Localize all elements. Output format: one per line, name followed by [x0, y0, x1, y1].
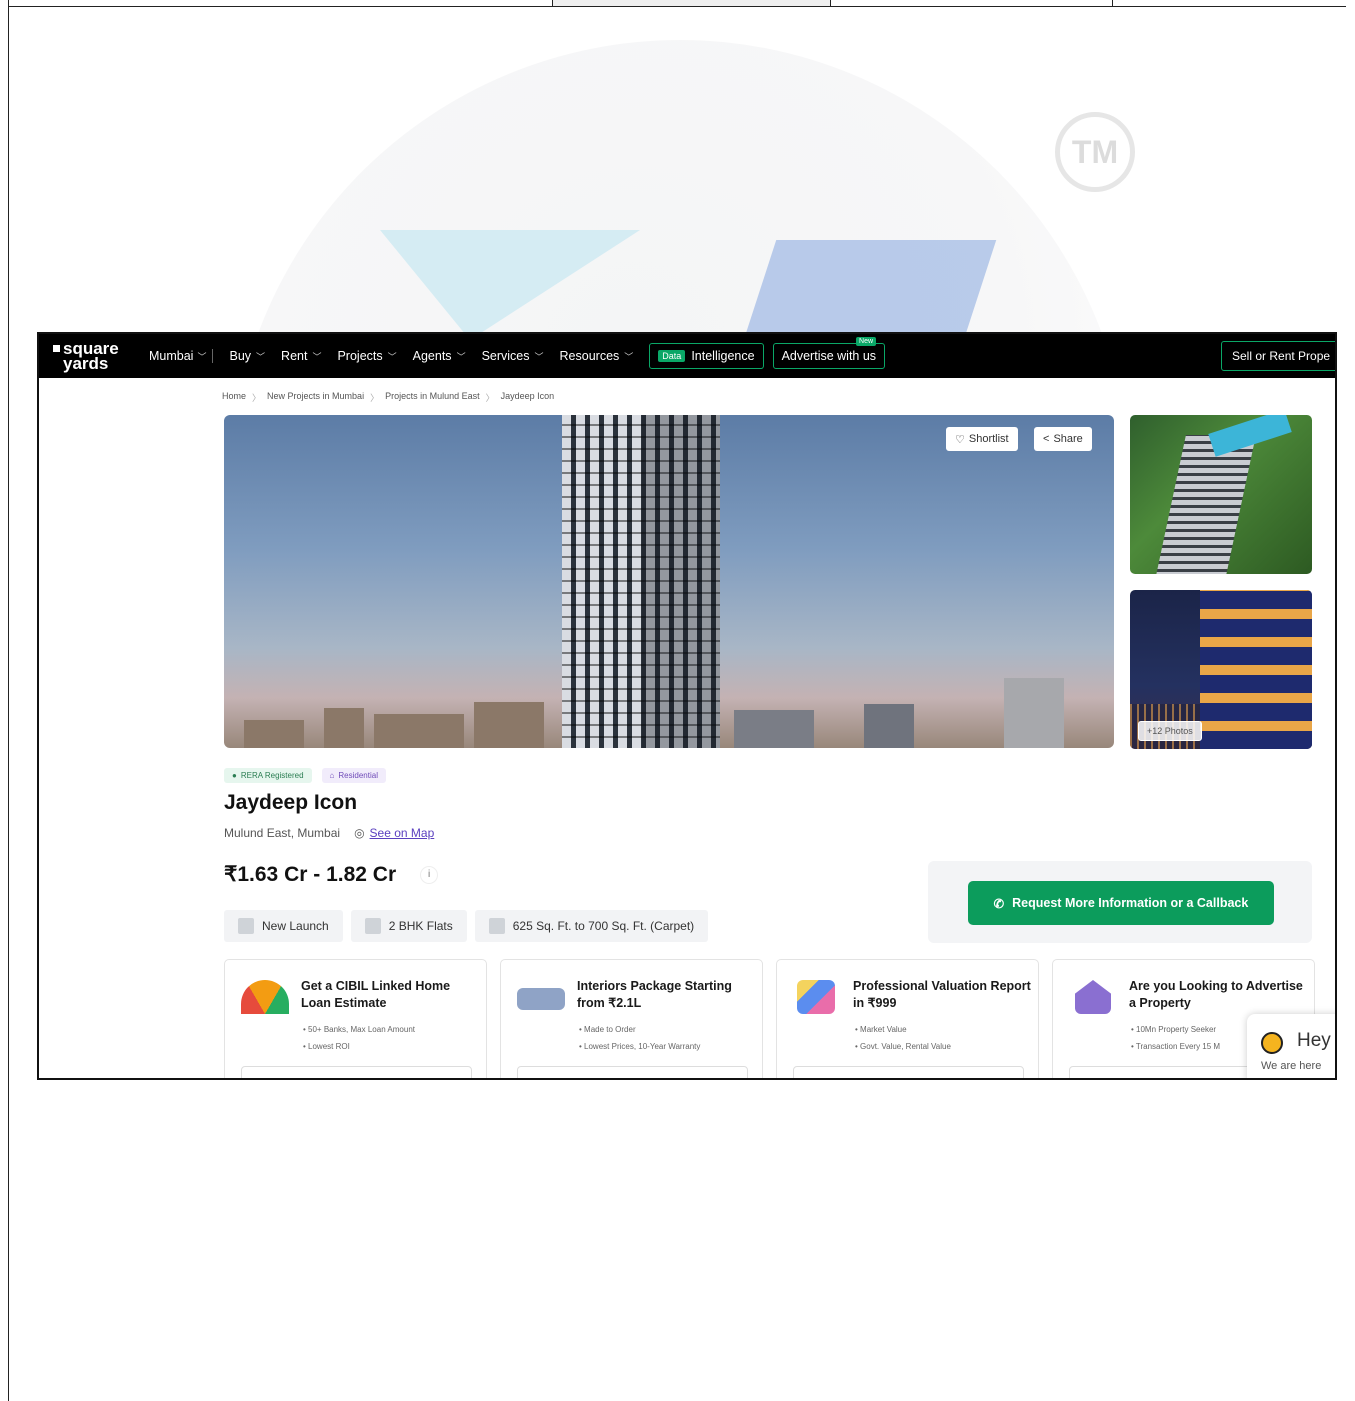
- data-chip: Data: [658, 350, 686, 362]
- gallery-thumbnail[interactable]: [1130, 415, 1312, 574]
- rera-badge: ● RERA Registered: [224, 768, 312, 783]
- chevron-down-icon: ﹀: [534, 351, 544, 362]
- floorplan-icon: [488, 918, 505, 934]
- residential-badge: ⌂ Residential: [321, 768, 386, 783]
- share-icon: <: [1043, 433, 1050, 445]
- chip-area: 625 Sq. Ft. to 700 Sq. Ft. (Carpet): [474, 910, 709, 942]
- card-action-button[interactable]: [517, 1066, 748, 1078]
- home-icon: ⌂: [329, 771, 335, 780]
- chip-bhk: 2 BHK Flats: [350, 910, 467, 942]
- card-home-loan[interactable]: Get a CIBIL Linked Home Loan Estimate • …: [224, 959, 487, 1078]
- building-icon: [238, 918, 254, 934]
- project-title: Jaydeep Icon: [224, 791, 358, 814]
- chat-widget[interactable]: Hey We are here: [1247, 1014, 1335, 1078]
- card-interiors[interactable]: Interiors Package Starting from ₹2.1L • …: [500, 959, 763, 1078]
- heart-icon: ♡: [955, 433, 965, 446]
- breadcrumb: Home 〉 New Projects in Mumbai 〉 Projects i…: [222, 391, 555, 403]
- chevron-down-icon: ﹀: [312, 351, 322, 362]
- chevron-down-icon: ﹀: [624, 351, 634, 362]
- watermark-tm: TM: [1055, 112, 1135, 192]
- report-icon: [797, 980, 835, 1014]
- more-photos-chip[interactable]: +12 Photos: [1138, 721, 1202, 741]
- phone-icon: ✆: [993, 896, 1005, 911]
- website-screenshot: square yards Mumbai ﹀ Buy ﹀ Rent ﹀ Projects…: [37, 332, 1337, 1080]
- see-on-map-link[interactable]: See on Map: [370, 826, 435, 840]
- breadcrumb-item[interactable]: Home: [222, 391, 246, 403]
- service-cards: Get a CIBIL Linked Home Loan Estimate • …: [224, 959, 1315, 1078]
- nav-item-agents[interactable]: Agents ﹀: [413, 349, 466, 363]
- advertise-button[interactable]: Advertise with us New: [772, 337, 886, 369]
- hero-image[interactable]: ♡ Shortlist < Share: [224, 415, 1114, 748]
- location-pin-icon: ◎: [354, 826, 365, 840]
- info-icon[interactable]: i: [420, 865, 439, 884]
- card-valuation[interactable]: Professional Valuation Report in ₹999 • …: [776, 959, 1039, 1078]
- skyline: [224, 678, 1114, 748]
- waving-hand-icon: [1261, 1032, 1283, 1054]
- flat-icon: [364, 918, 381, 934]
- chevron-down-icon: ﹀: [456, 351, 466, 362]
- chevron-down-icon: ﹀: [256, 351, 266, 362]
- price-range: ₹1.63 Cr - 1.82 Cr i: [224, 862, 439, 887]
- nav-item-projects[interactable]: Projects ﹀: [337, 349, 396, 363]
- watermark-shape: [339, 230, 641, 340]
- frame-left-line: [8, 0, 9, 1401]
- project-chips: New Launch 2 BHK Flats 625 Sq. Ft. to 70…: [224, 910, 709, 942]
- gauge-icon: [241, 980, 289, 1014]
- breadcrumb-current: Jaydeep Icon: [500, 391, 555, 401]
- frame-top-line: [8, 6, 1346, 7]
- top-nav: square yards Mumbai ﹀ Buy ﹀ Rent ﹀ Projects…: [39, 334, 1335, 378]
- nav-item-rent[interactable]: Rent ﹀: [281, 349, 321, 363]
- watermark-shape: [743, 240, 997, 340]
- chevron-down-icon: ﹀: [387, 351, 397, 362]
- chip-new-launch: New Launch: [224, 910, 343, 942]
- logo[interactable]: square yards: [39, 340, 131, 372]
- project-content: Home 〉 New Projects in Mumbai 〉 Projects i…: [222, 378, 1322, 1078]
- gallery-thumbnail[interactable]: +12 Photos: [1130, 590, 1312, 749]
- project-location: Mulund East, Mumbai ◎ See on Map: [224, 826, 435, 840]
- city-selector[interactable]: Mumbai ﹀: [149, 349, 214, 363]
- chevron-down-icon: ﹀: [197, 351, 207, 362]
- nav-item-resources[interactable]: Resources ﹀: [560, 349, 634, 363]
- cta-panel: ✆ Request More Information or a Callback: [928, 861, 1312, 943]
- breadcrumb-item[interactable]: Projects in Mulund East: [385, 391, 480, 403]
- project-badges: ● RERA Registered ⌂ Residential: [224, 768, 386, 783]
- card-action-button[interactable]: [241, 1066, 472, 1078]
- breadcrumb-item[interactable]: New Projects in Mumbai: [267, 391, 364, 403]
- request-callback-button[interactable]: ✆ Request More Information or a Callback: [968, 881, 1274, 925]
- shield-icon: ●: [232, 771, 237, 780]
- house-icon: [1075, 980, 1111, 1014]
- nav-item-buy[interactable]: Buy ﹀: [229, 349, 265, 363]
- shortlist-button[interactable]: ♡ Shortlist: [946, 427, 1018, 451]
- card-action-button[interactable]: [793, 1066, 1024, 1078]
- new-badge: New: [856, 337, 877, 346]
- sofa-icon: [517, 988, 565, 1010]
- data-intelligence-button[interactable]: Data Intelligence: [649, 343, 764, 369]
- sell-or-rent-button[interactable]: Sell or Rent Prope: [1221, 341, 1335, 371]
- share-button[interactable]: < Share: [1034, 427, 1092, 451]
- nav-item-services[interactable]: Services ﹀: [482, 349, 544, 363]
